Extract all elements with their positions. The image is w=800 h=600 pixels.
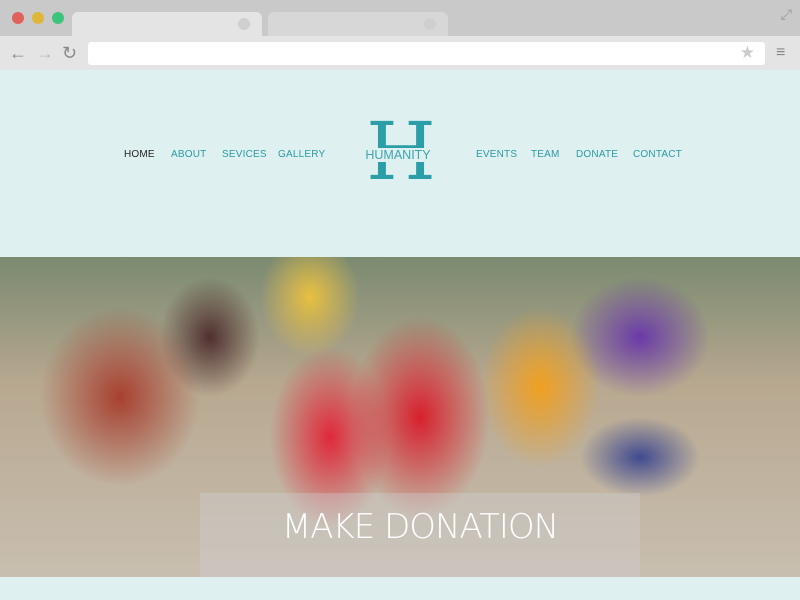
minimize-window-button[interactable]	[32, 12, 44, 24]
address-bar[interactable]: ★	[88, 42, 765, 65]
forward-icon[interactable]: →	[36, 44, 54, 62]
browser-tab-active[interactable]	[72, 12, 262, 36]
nav-events[interactable]: EVENTS	[476, 149, 517, 160]
nav-team[interactable]: TEAM	[531, 149, 560, 160]
nav-services[interactable]: SEVICES	[222, 149, 267, 160]
cta-label: MAKE DONATION	[281, 507, 559, 547]
star-icon[interactable]: ★	[740, 43, 755, 63]
nav-about[interactable]: ABOUT	[171, 149, 206, 160]
back-icon[interactable]: ←	[9, 44, 27, 62]
tab-close-icon[interactable]	[424, 18, 436, 30]
nav-home[interactable]: HOME	[124, 149, 155, 160]
menu-icon[interactable]: ≡	[776, 44, 785, 62]
nav-contact[interactable]: CONTACT	[633, 149, 682, 160]
nav-gallery[interactable]: GALLERY	[278, 149, 325, 160]
browser-tab[interactable]	[268, 12, 448, 36]
nav-donate[interactable]: DONATE	[576, 149, 618, 160]
browser-chrome: ⤢ ← → ↻ ★ ≡	[0, 0, 800, 70]
make-donation-button[interactable]: MAKE DONATION	[200, 493, 640, 577]
maximize-window-button[interactable]	[52, 12, 64, 24]
close-window-button[interactable]	[12, 12, 24, 24]
reload-icon[interactable]: ↻	[62, 44, 77, 62]
logo[interactable]: H HUMANITY	[360, 112, 436, 192]
hero-image: MAKE DONATION	[0, 257, 800, 577]
logo-text: HUMANITY	[360, 148, 436, 162]
fullscreen-icon[interactable]: ⤢	[781, 6, 792, 23]
tab-close-icon[interactable]	[238, 18, 250, 30]
